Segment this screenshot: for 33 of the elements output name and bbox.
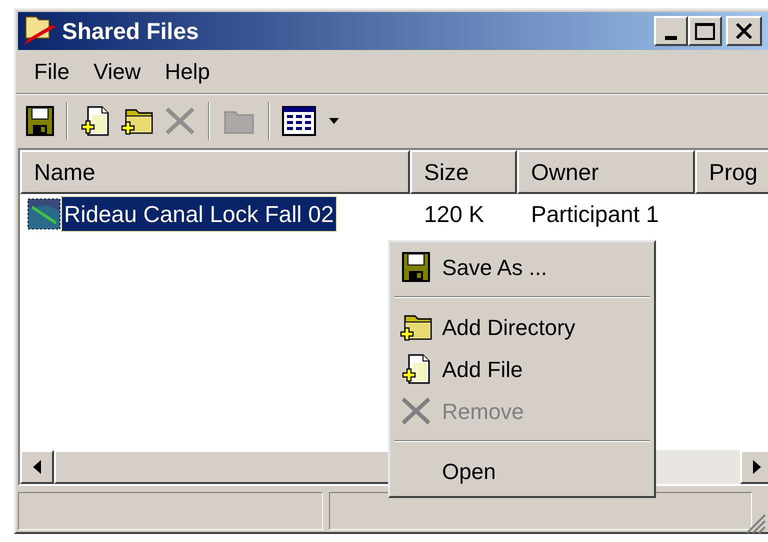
scroll-left-button[interactable]	[20, 450, 54, 484]
menu-item[interactable]: Help	[154, 55, 220, 88]
column-header[interactable]: Name	[20, 150, 410, 194]
menu-item[interactable]: Add File	[394, 348, 650, 390]
dropdown-arrow-icon	[328, 116, 340, 124]
add-file-icon	[401, 353, 431, 385]
close-icon	[735, 23, 753, 39]
menu-item[interactable]: Save As ...	[394, 246, 650, 288]
menu-item[interactable]: Add Directory	[394, 306, 650, 348]
scroll-right-button[interactable]	[740, 450, 768, 484]
image-file-icon	[26, 197, 62, 231]
column-header[interactable]: Owner	[517, 150, 695, 194]
window-title: Shared Files	[62, 16, 199, 46]
menu-item[interactable]: View	[83, 55, 151, 88]
table-cell-text: 120 K	[423, 200, 486, 229]
maximize-icon	[695, 22, 715, 40]
add-file-icon	[80, 104, 110, 136]
left-arrow-icon	[33, 460, 41, 474]
folder-app-icon	[22, 15, 58, 47]
menu-item[interactable]: File	[24, 55, 80, 88]
menu-item[interactable]: Open	[394, 450, 650, 492]
column-header[interactable]: Prog	[695, 150, 768, 194]
file-name[interactable]: Rideau Canal Lock Fall 02	[62, 196, 336, 232]
minimize-icon	[665, 36, 677, 40]
right-arrow-icon	[753, 460, 761, 474]
minimize-button[interactable]	[654, 16, 688, 46]
remove-icon	[164, 106, 196, 136]
remove-icon	[400, 396, 432, 426]
close-button[interactable]	[726, 16, 762, 46]
details-view-icon	[282, 106, 316, 136]
maximize-button[interactable]	[688, 16, 722, 46]
column-header[interactable]: Size	[410, 150, 517, 194]
table-cell-text: Participant 1	[530, 200, 660, 229]
